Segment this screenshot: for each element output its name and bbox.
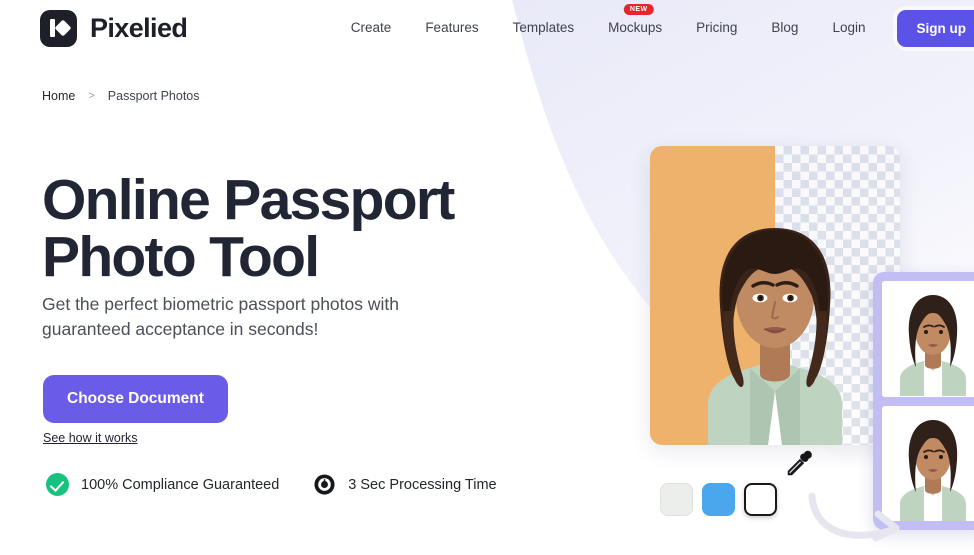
- nav-item-mockups[interactable]: NEW Mockups: [591, 0, 679, 56]
- passport-thumbnail-1[interactable]: [882, 281, 974, 397]
- nav-item-login[interactable]: Login: [815, 0, 882, 56]
- swatch-blue[interactable]: [702, 483, 735, 516]
- nav-label: Features: [425, 20, 479, 35]
- site-header: Pixelied Create Features Templates NEW M…: [0, 0, 974, 56]
- main-portrait-photo: [650, 146, 900, 445]
- feature-processing-time: 3 Sec Processing Time: [307, 473, 497, 496]
- feature-label: 100% Compliance Guaranteed: [81, 476, 280, 493]
- thumbnail-portrait-1-icon: [882, 281, 974, 396]
- swatch-light-gray[interactable]: [660, 483, 693, 516]
- swatch-white-selected[interactable]: [744, 483, 777, 516]
- nav-label: Templates: [512, 20, 575, 35]
- background-color-swatches: [660, 483, 777, 516]
- brand-name: Pixelied: [90, 12, 188, 43]
- feature-label: 3 Sec Processing Time: [348, 476, 497, 493]
- check-circle-icon: [46, 473, 69, 496]
- feature-compliance: 100% Compliance Guaranteed: [46, 473, 279, 496]
- brand-logo[interactable]: Pixelied: [40, 9, 188, 47]
- hero-image-composition: [560, 0, 974, 555]
- feature-highlights: 100% Compliance Guaranteed 3 Sec Process…: [46, 473, 497, 496]
- nav-label: Blog: [771, 20, 799, 35]
- nav-label: Mockups: [608, 20, 663, 35]
- stopwatch-icon: [314, 474, 335, 495]
- curved-arrow-icon: [808, 492, 900, 542]
- see-how-it-works-link[interactable]: See how it works: [43, 431, 137, 445]
- nav-item-templates[interactable]: Templates: [496, 0, 592, 56]
- hero-subtitle: Get the perfect biometric passport photo…: [42, 294, 399, 339]
- pixelied-logo-icon: [40, 9, 77, 47]
- nav-item-features[interactable]: Features: [408, 0, 495, 56]
- nav-item-pricing[interactable]: Pricing: [679, 0, 754, 56]
- main-nav: Create Features Templates NEW Mockups Pr…: [334, 0, 974, 56]
- nav-item-blog[interactable]: Blog: [754, 0, 815, 56]
- choose-document-button[interactable]: Choose Document: [43, 375, 228, 423]
- eyedropper-icon[interactable]: [784, 449, 814, 479]
- signup-button[interactable]: Sign up: [896, 9, 974, 47]
- page-root: Pixelied Create Features Templates NEW M…: [0, 0, 974, 555]
- nav-label: Create: [350, 20, 392, 35]
- nav-label: Pricing: [696, 20, 738, 35]
- new-badge: NEW: [623, 4, 654, 15]
- page-title: Online Passport Photo Tool: [42, 168, 455, 289]
- hero-text-column: Online Passport Photo Tool Get the perfe…: [0, 0, 560, 555]
- nav-item-create[interactable]: Create: [334, 0, 409, 56]
- portrait-illustration: [708, 228, 842, 445]
- nav-label: Login: [832, 20, 866, 35]
